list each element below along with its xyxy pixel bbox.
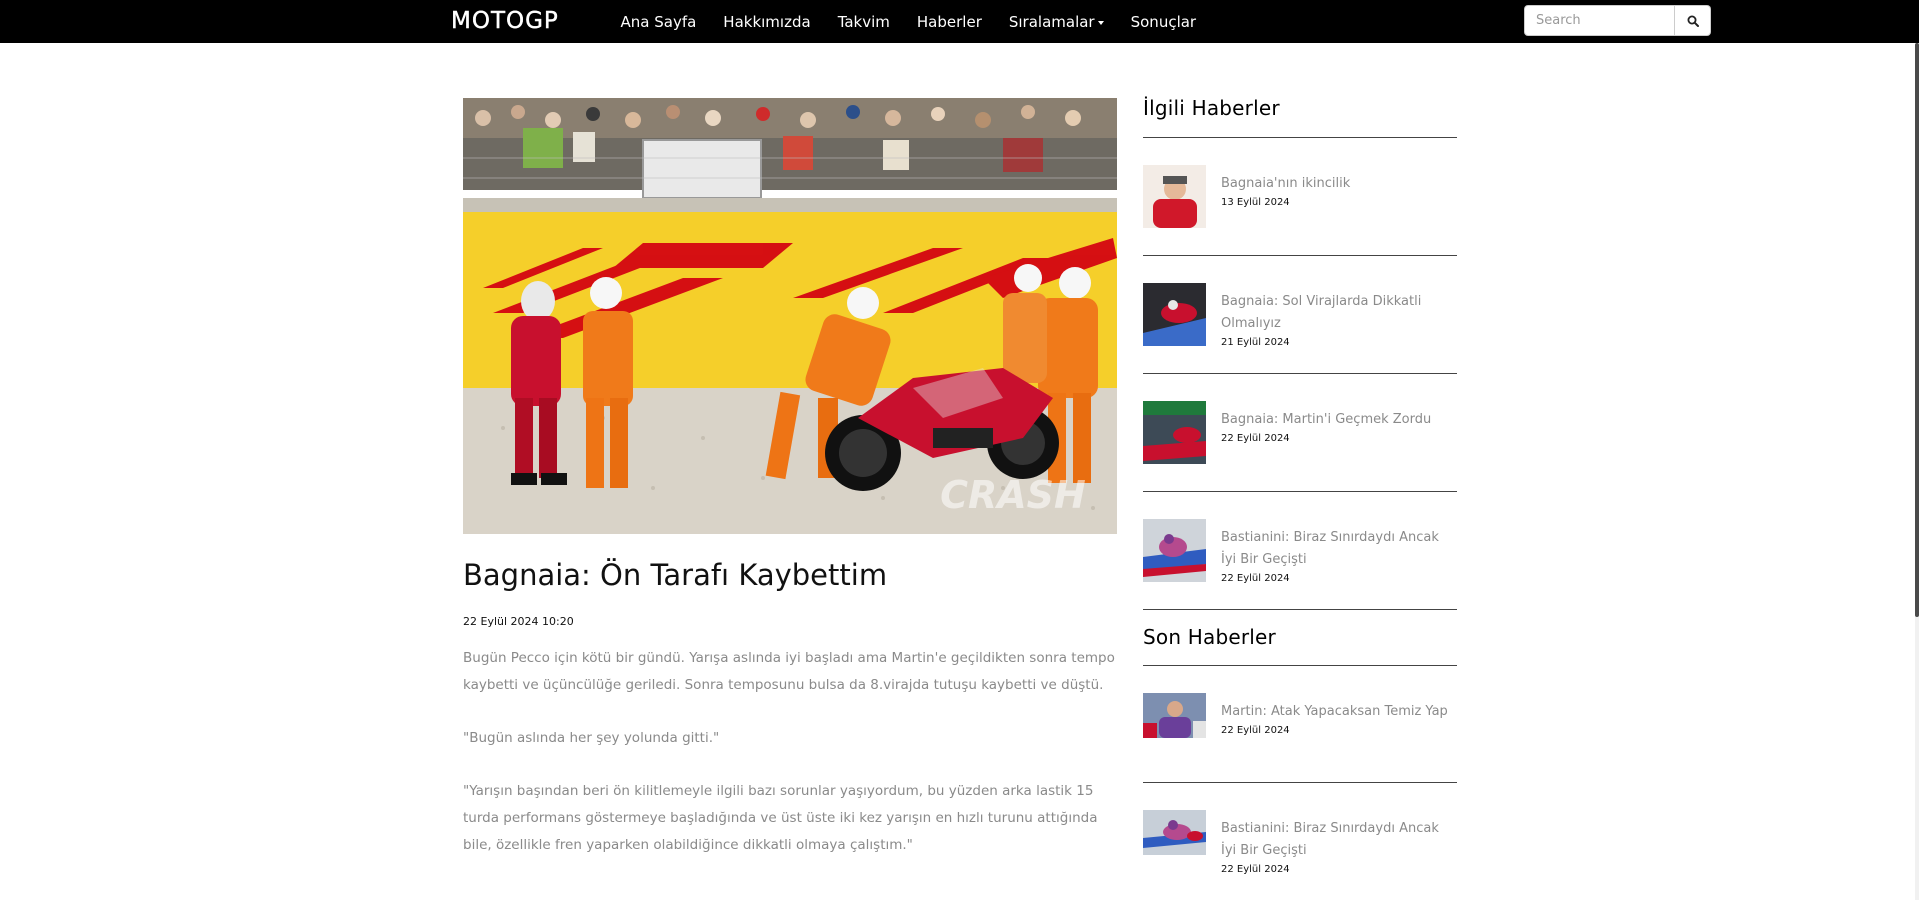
- scrollbar-thumb[interactable]: [1915, 43, 1919, 617]
- caret-down-icon: [1097, 20, 1104, 25]
- nav-item-siralamalar-dropdown[interactable]: Sıralamalar: [995, 0, 1117, 43]
- news-item[interactable]: Bagnaia: Martin'i Geçmek Zordu 22 Eylül …: [1143, 374, 1457, 491]
- news-title[interactable]: Bastianini: Biraz Sınırdaydı Ancak İyi B…: [1221, 818, 1457, 862]
- watermark: CRASH: [940, 473, 1086, 517]
- article-date: 22 Eylül 2024 10:20: [463, 615, 574, 628]
- search-input[interactable]: [1524, 5, 1675, 36]
- news-item[interactable]: Martin: Atak Yapacaksan Temiz Yap 22 Eyl…: [1143, 666, 1457, 782]
- brand-logo[interactable]: MOTOGP: [451, 7, 559, 35]
- search-icon: [1687, 15, 1699, 27]
- search-form: [1524, 5, 1711, 36]
- sidebar: İlgili Haberler Bagnaia'nın ikincilik 13…: [1143, 90, 1457, 900]
- news-title[interactable]: Bagnaia: Martin'i Geçmek Zordu: [1221, 409, 1457, 431]
- news-thumbnail[interactable]: [1143, 401, 1206, 464]
- article-hero-image: CRASH: [463, 98, 1117, 534]
- news-date: 22 Eylül 2024: [1221, 573, 1290, 584]
- news-date: 22 Eylül 2024: [1221, 433, 1290, 444]
- crowd: [463, 98, 1117, 173]
- nav-menu: Ana Sayfa Hakkımızda Takvim Haberler Sır…: [607, 0, 1210, 43]
- article-paragraph: "Bugün aslında her şey yolunda gitti.": [463, 730, 720, 746]
- news-item[interactable]: Bastianini: Biraz Sınırdaydı Ancak İyi B…: [1143, 783, 1457, 900]
- nav-item-haberler[interactable]: Haberler: [903, 0, 995, 43]
- news-title[interactable]: Bastianini: Biraz Sınırdaydı Ancak İyi B…: [1221, 527, 1457, 571]
- nav-item-label: Sonuçlar: [1130, 12, 1197, 31]
- news-item[interactable]: Bagnaia'nın ikincilik 13 Eylül 2024: [1143, 138, 1457, 255]
- nav-item-takvim[interactable]: Takvim: [824, 0, 903, 43]
- news-date: 22 Eylül 2024: [1221, 864, 1290, 875]
- news-title[interactable]: Bagnaia: Sol Virajlarda Dikkatli Olmalıy…: [1221, 291, 1457, 335]
- nav-item-label: Ana Sayfa: [620, 12, 697, 31]
- news-thumbnail[interactable]: [1143, 283, 1206, 346]
- news-thumbnail[interactable]: [1143, 810, 1206, 855]
- nav-item-label: Takvim: [837, 12, 890, 31]
- nav-item-sonuclar[interactable]: Sonuçlar: [1117, 0, 1210, 43]
- crash-scene-illustration: CRASH: [463, 98, 1117, 534]
- news-title[interactable]: Bagnaia'nın ikincilik: [1221, 173, 1457, 195]
- article-body: Bugün Pecco için kötü bir gündü. Yarışa …: [463, 645, 1119, 885]
- nav-item-label: Hakkımızda: [723, 12, 811, 31]
- news-date: 22 Eylül 2024: [1221, 725, 1290, 736]
- article-title: Bagnaia: Ön Tarafı Kaybettim: [463, 558, 888, 592]
- news-item[interactable]: Bastianini: Biraz Sınırdaydı Ancak İyi B…: [1143, 492, 1457, 609]
- latest-news-heading: Son Haberler: [1143, 625, 1276, 649]
- nav-item-ana-sayfa[interactable]: Ana Sayfa: [607, 0, 710, 43]
- nav-item-label: Haberler: [916, 12, 982, 31]
- news-item[interactable]: Bagnaia: Sol Virajlarda Dikkatli Olmalıy…: [1143, 256, 1457, 373]
- news-thumbnail[interactable]: [1143, 693, 1206, 738]
- news-date: 21 Eylül 2024: [1221, 337, 1290, 348]
- related-news-heading: İlgili Haberler: [1143, 96, 1280, 120]
- search-button[interactable]: [1675, 5, 1711, 36]
- news-thumbnail[interactable]: [1143, 165, 1206, 228]
- news-thumbnail[interactable]: [1143, 519, 1206, 582]
- nav-item-hakkimizda[interactable]: Hakkımızda: [710, 0, 824, 43]
- page-scrollbar[interactable]: [1915, 43, 1919, 900]
- nav-item-label: Sıralamalar: [1008, 12, 1095, 31]
- news-date: 13 Eylül 2024: [1221, 197, 1290, 208]
- article-paragraph: "Yarışın başından beri ön kilitlemeyle i…: [463, 783, 1098, 853]
- article-paragraph: Bugün Pecco için kötü bir gündü. Yarışa …: [463, 650, 1115, 693]
- news-title[interactable]: Martin: Atak Yapacaksan Temiz Yap: [1221, 701, 1457, 723]
- top-navbar: MOTOGP Ana Sayfa Hakkımızda Takvim Haber…: [0, 0, 1919, 43]
